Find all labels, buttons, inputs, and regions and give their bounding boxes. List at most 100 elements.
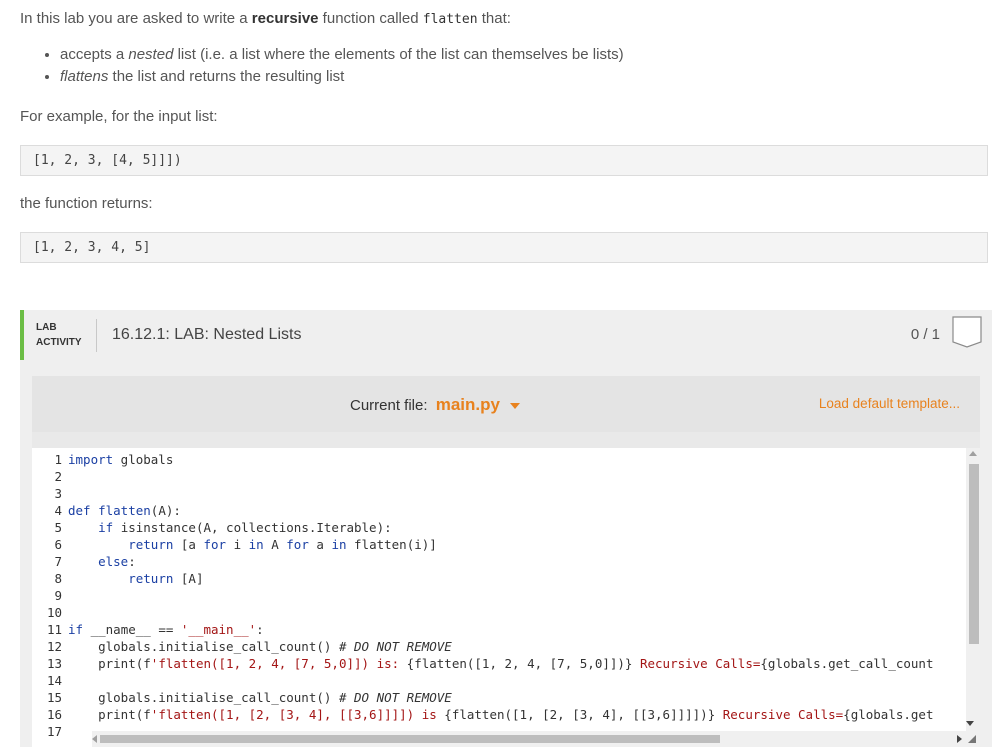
- code-line[interactable]: 3: [32, 485, 68, 502]
- line-number: 4: [54, 503, 62, 518]
- code-token: else: [98, 554, 129, 569]
- bullet-emphasis: nested: [128, 46, 174, 63]
- lab-body: Current file: main.py Load default templ…: [20, 360, 992, 747]
- intro-paragraph: In this lab you are asked to write a rec…: [20, 10, 511, 27]
- lab-tag-line: LAB: [36, 322, 57, 333]
- code-token: [A]: [173, 571, 204, 586]
- code-token: globals.initialise_call_count(): [68, 690, 339, 705]
- code-line[interactable]: 5 if isinstance(A, collections.Iterable)…: [32, 519, 391, 536]
- code-token: in: [248, 537, 264, 552]
- line-number: 10: [46, 605, 62, 620]
- code-token: A: [263, 537, 287, 552]
- code-line[interactable]: 8 return [A]: [32, 570, 203, 587]
- editor-panel: Current file: main.py Load default templ…: [32, 376, 980, 747]
- current-file-selector[interactable]: Current file: main.py: [350, 395, 521, 415]
- code-line[interactable]: 15 globals.initialise_call_count() # DO …: [32, 689, 452, 706]
- lab-score: 0 / 1: [910, 326, 940, 343]
- line-number: 15: [46, 690, 62, 705]
- scroll-thumb[interactable]: [100, 735, 720, 743]
- list-item: flattens the list and returns the result…: [60, 68, 624, 86]
- code-token: {globals.get: [843, 707, 934, 722]
- code-token: import: [68, 452, 114, 467]
- scroll-left-icon[interactable]: [92, 735, 97, 743]
- code-token: flatten: [98, 503, 151, 518]
- horizontal-scrollbar[interactable]: [92, 731, 966, 747]
- intro-bold: recursive: [251, 10, 319, 27]
- line-number: 3: [54, 486, 62, 501]
- code-token: {globals.get_call_count: [760, 656, 934, 671]
- code-line[interactable]: 1 import globals: [32, 451, 173, 468]
- code-token: if: [98, 520, 114, 535]
- line-number: 7: [54, 554, 62, 569]
- code-token: :: [128, 554, 136, 569]
- scroll-thumb[interactable]: [969, 464, 979, 644]
- load-default-template-link[interactable]: Load default template...: [819, 396, 960, 411]
- lab-activity-tag: LAB ACTIVITY: [36, 320, 82, 350]
- scroll-down-icon[interactable]: [966, 721, 974, 726]
- code-line[interactable]: 11 if __name__ == '__main__':: [32, 621, 264, 638]
- vertical-scrollbar[interactable]: [966, 448, 980, 747]
- code-token: for: [203, 537, 227, 552]
- code-token: # DO NOT REMOVE: [338, 690, 452, 705]
- code-token: [a: [173, 537, 204, 552]
- code-token: 'flatten([1, 2, 4, [7, 5,0]]) is:: [150, 656, 407, 671]
- resize-handle-icon[interactable]: [968, 735, 976, 743]
- code-line[interactable]: 2: [32, 468, 68, 485]
- chevron-down-icon: [510, 403, 521, 410]
- line-number: 17: [46, 724, 62, 739]
- code-line[interactable]: 9: [32, 587, 68, 604]
- code-line[interactable]: 13 print(f'flatten([1, 2, 4, [7, 5,0]]) …: [32, 655, 934, 672]
- example-output-code: [1, 2, 3, 4, 5]: [20, 232, 988, 263]
- code-token: globals: [113, 452, 174, 467]
- divider: [96, 319, 97, 352]
- scroll-up-icon[interactable]: [969, 451, 977, 456]
- code-token: {flatten([1, [2, [3, 4], [[3,6]]]])}: [444, 707, 716, 722]
- line-number: 6: [54, 537, 62, 552]
- code-token: '__main__': [180, 622, 257, 637]
- example-label: For example, for the input list:: [20, 108, 218, 125]
- line-number: 13: [46, 656, 62, 671]
- example-input-code: [1, 2, 3, [4, 5]]]): [20, 145, 988, 176]
- code-line[interactable]: 7 else:: [32, 553, 136, 570]
- code-token: __name__ ==: [83, 622, 181, 637]
- intro-suffix: that:: [477, 10, 511, 27]
- code-line[interactable]: 6 return [a for i in A for a in flatten(…: [32, 536, 437, 553]
- list-item: accepts a nested list (i.e. a list where…: [60, 46, 624, 64]
- line-number: 9: [54, 588, 62, 603]
- code-line[interactable]: 10: [32, 604, 68, 621]
- code-line[interactable]: 17: [32, 723, 68, 740]
- line-number: 14: [46, 673, 62, 688]
- code-token: 'flatten([1, [2, [3, 4], [[3,6]]]]) is: [150, 707, 445, 722]
- intro-prefix: In this lab you are asked to write a: [20, 10, 252, 27]
- code-token: Recursive Calls=: [715, 707, 844, 722]
- code-editor[interactable]: 1 import globals 2 3 4 def flatten(A): 5 if is…: [32, 448, 980, 747]
- code-token: a: [308, 537, 332, 552]
- completion-badge-icon: [952, 316, 982, 348]
- bullet-text: the list and returns the resulting list: [108, 68, 345, 85]
- code-token: for: [286, 537, 309, 552]
- code-token: # DO NOT REMOVE: [338, 639, 452, 654]
- code-line[interactable]: 12 globals.initialise_call_count() # DO …: [32, 638, 452, 655]
- lab-title: 16.12.1: LAB: Nested Lists: [112, 326, 302, 343]
- code-token: return: [128, 537, 174, 552]
- code-token: {flatten([1, 2, 4, [7, 5,0]])}: [406, 656, 633, 671]
- code-token: in: [331, 537, 347, 552]
- bullet-text: accepts a: [60, 46, 129, 63]
- code-token: return: [128, 571, 174, 586]
- code-token: if: [68, 622, 84, 637]
- requirements-list: accepts a nested list (i.e. a list where…: [40, 46, 624, 90]
- lab-activity-header: LAB ACTIVITY 16.12.1: LAB: Nested Lists …: [20, 310, 992, 360]
- code-token: (A):: [150, 503, 181, 518]
- line-number: 12: [46, 639, 62, 654]
- code-line[interactable]: 4 def flatten(A):: [32, 502, 181, 519]
- code-line[interactable]: 16 print(f'flatten([1, [2, [3, 4], [[3,6…: [32, 706, 934, 723]
- code-token: flatten(i)]: [346, 537, 437, 552]
- intro-middle: function called: [318, 10, 423, 27]
- scroll-right-icon[interactable]: [957, 735, 962, 743]
- intro-code: flatten: [422, 12, 478, 27]
- code-line[interactable]: 14: [32, 672, 68, 689]
- current-file-label: Current file:: [350, 397, 428, 414]
